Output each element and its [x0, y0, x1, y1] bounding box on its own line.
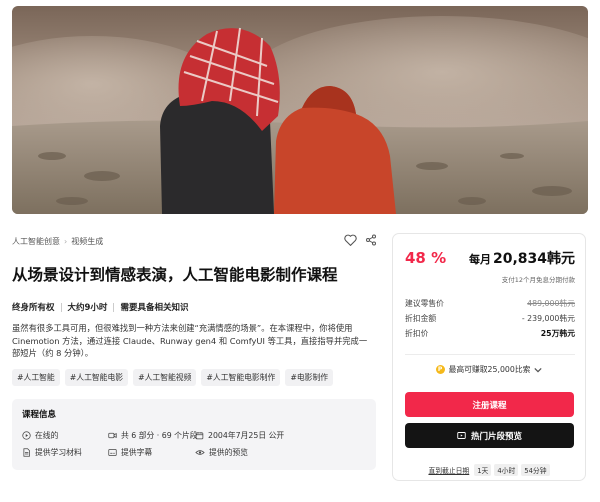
info-text: 提供字幕 — [121, 448, 153, 457]
eye-icon — [195, 450, 205, 455]
discount-percent: 48 % — [405, 249, 447, 267]
chevron-down-icon — [534, 367, 543, 372]
coin-icon: P — [435, 365, 445, 374]
breadcrumb-item-category[interactable]: 人工智能创意 — [12, 236, 60, 247]
course-meta: 终身所有权 大约9小时 需要具备相关知识 — [12, 301, 188, 313]
course-info-panel: 课程信息 在线的 共 6 部分 · 69 个片段 2004年7月25日 公开 提… — [12, 399, 376, 470]
points-dropdown[interactable]: P 最高可赚取25,000比索 — [393, 364, 585, 375]
points-text: 最高可赚取25,000比索 — [448, 365, 531, 374]
price-breakdown: 建议零售价 489,000韩元 折扣金额 - 239,000韩元 折扣价 25万… — [405, 296, 575, 341]
document-icon — [23, 448, 30, 457]
breadcrumb-separator: › — [64, 237, 68, 246]
subtitle-icon — [108, 449, 117, 456]
price-row-final: 折扣价 25万韩元 — [405, 326, 575, 341]
tag-list: #人工智能 #人工智能电影 #人工智能视频 #人工智能电影制作 #电影制作 — [12, 369, 334, 386]
info-subtitles: 提供字幕 — [108, 447, 195, 458]
countdown-label: 直到截止日期 — [428, 467, 470, 475]
breadcrumb: 人工智能创意 › 视频生成 — [12, 236, 103, 247]
card-divider — [405, 354, 575, 355]
tag-chip[interactable]: #电影制作 — [285, 369, 334, 386]
pricing-card: 48 % 每月 20,834韩元 支付12个月免息分期付款 建议零售价 489,0… — [392, 233, 586, 481]
tag-chip[interactable]: #人工智能电影制作 — [201, 369, 281, 386]
video-icon — [108, 432, 117, 439]
meta-divider — [113, 302, 115, 312]
hero-image — [12, 6, 588, 214]
price-row-discount: 折扣金额 - 239,000韩元 — [405, 311, 575, 326]
row-value: - 239,000韩元 — [521, 314, 575, 323]
preview-button[interactable]: 热门片段预览 — [405, 423, 574, 448]
play-circle-icon — [22, 431, 31, 440]
info-text: 2004年7月25日 公开 — [208, 431, 285, 440]
tag-chip[interactable]: #人工智能电影 — [64, 369, 129, 386]
monthly-label: 每月 — [468, 253, 491, 266]
calendar-icon — [195, 432, 204, 440]
info-text: 共 6 部分 · 69 个片段 — [121, 431, 198, 440]
course-info-heading: 课程信息 — [22, 410, 57, 420]
row-value: 25万韩元 — [540, 329, 575, 338]
info-parts: 共 6 部分 · 69 个片段 — [108, 430, 198, 441]
breadcrumb-item-subcategory[interactable]: 视频生成 — [71, 236, 103, 247]
info-preview: 提供的预览 — [195, 447, 365, 458]
meta-duration: 大约9小时 — [67, 303, 108, 313]
monthly-amount: 20,834韩元 — [492, 251, 575, 267]
play-icon — [457, 432, 466, 439]
countdown-minutes: 54分钟 — [521, 464, 550, 476]
tag-chip[interactable]: #人工智能视频 — [133, 369, 197, 386]
info-text: 在线的 — [35, 431, 59, 440]
page-title: 从场景设计到情感表演，人工智能电影制作课程 — [12, 266, 338, 284]
preview-button-label: 热门片段预览 — [470, 431, 522, 442]
countdown-timer: 直到截止日期 1天 4小时 54分钟 — [393, 464, 585, 476]
price-row-retail: 建议零售价 489,000韩元 — [405, 296, 575, 311]
meta-divider — [60, 302, 62, 312]
register-button[interactable]: 注册课程 — [405, 392, 574, 417]
monthly-price: 每月 20,834韩元 — [469, 248, 575, 268]
row-value: 489,000韩元 — [527, 299, 575, 308]
meta-level: 需要具备相关知识 — [120, 303, 189, 313]
countdown-hours: 4小时 — [494, 464, 519, 476]
row-label: 建议零售价 — [405, 299, 444, 308]
info-materials: 提供学习材料 — [22, 447, 108, 458]
info-text: 提供的预览 — [209, 448, 248, 457]
share-icon[interactable] — [365, 234, 377, 246]
countdown-days: 1天 — [474, 464, 492, 476]
info-published: 2004年7月25日 公开 — [195, 430, 365, 441]
row-label: 折扣价 — [405, 329, 429, 338]
meta-ownership: 终身所有权 — [12, 303, 55, 313]
info-format: 在线的 — [22, 430, 108, 441]
course-description: 虽然有很多工具可用，但很难找到一种方法来创建“充满情感的场景”。在本课程中，你将… — [12, 323, 368, 358]
info-text: 提供学习材料 — [35, 448, 82, 457]
installment-note: 支付12个月免息分期付款 — [501, 276, 575, 284]
action-icons — [344, 234, 377, 246]
tag-chip[interactable]: #人工智能 — [12, 369, 60, 386]
heart-icon[interactable] — [344, 234, 357, 246]
price-row: 48 % 每月 20,834韩元 — [405, 248, 575, 268]
row-label: 折扣金额 — [405, 314, 437, 323]
